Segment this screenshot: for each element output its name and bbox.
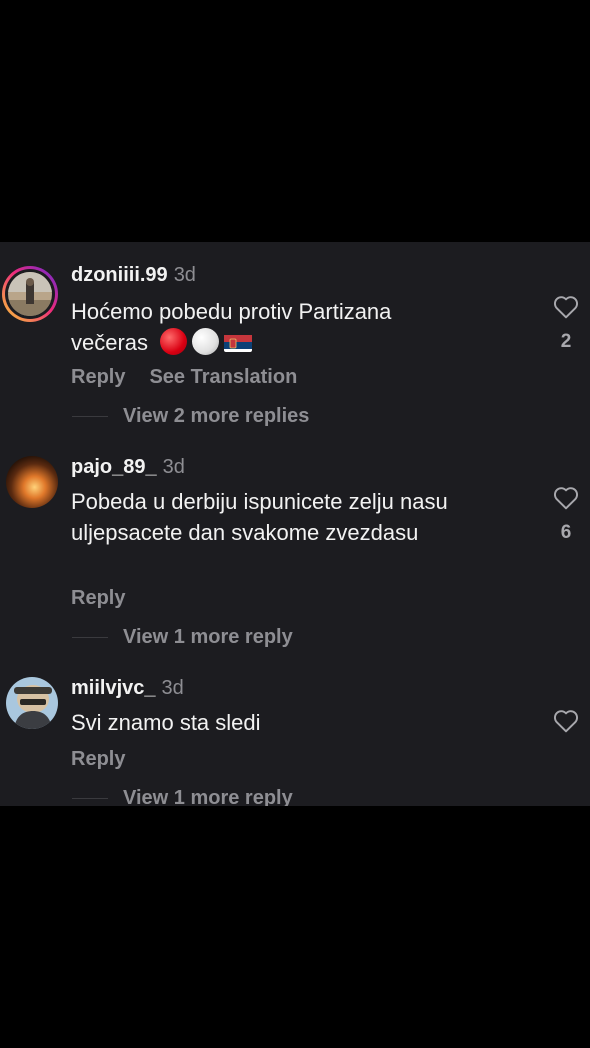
avatar[interactable] <box>6 456 58 508</box>
reply-button[interactable]: Reply <box>71 366 125 388</box>
comment-text: Svi znamo sta sledi <box>71 710 261 735</box>
heart-outline-icon[interactable] <box>553 709 579 733</box>
reply-button[interactable]: Reply <box>71 587 125 609</box>
like-count: 6 <box>560 522 572 543</box>
comment-header: miilvjvc_ 3d <box>71 677 184 700</box>
like-control <box>552 709 580 733</box>
like-control: 6 <box>552 486 580 544</box>
red-circle-emoji-icon <box>160 328 188 355</box>
replies-divider <box>72 416 108 418</box>
comment-time: 3d <box>162 456 185 478</box>
replies-divider <box>72 798 108 800</box>
username[interactable]: miilvjvc_ <box>71 677 156 699</box>
comment-text: Pobeda u derbiju ispunicete zelju nasu u… <box>71 489 448 545</box>
white-circle-emoji-icon <box>192 328 220 355</box>
replies-divider <box>72 637 108 639</box>
comment-actions: Reply <box>71 587 125 610</box>
like-control: 2 <box>552 295 580 353</box>
username[interactable]: pajo_89_ <box>71 456 157 478</box>
username[interactable]: dzoniiii.99 <box>71 264 168 286</box>
heart-outline-icon[interactable] <box>553 295 579 319</box>
comment-text-line: večeras <box>71 327 491 358</box>
comment-header: dzoniiii.99 3d <box>71 264 196 287</box>
comment-actions: Reply See Translation <box>71 366 297 389</box>
reply-button[interactable]: Reply <box>71 748 125 770</box>
serbia-flag-icon <box>224 332 253 352</box>
comment-time: 3d <box>161 677 184 699</box>
like-count: 2 <box>560 331 572 352</box>
view-replies-label: View 1 more reply <box>123 626 293 648</box>
comment-header: pajo_89_ 3d <box>71 456 185 479</box>
heart-outline-icon[interactable] <box>553 486 579 510</box>
avatar[interactable] <box>6 677 58 729</box>
view-replies-label: View 1 more reply <box>123 787 293 806</box>
see-translation-button[interactable]: See Translation <box>149 366 297 388</box>
comments-panel: dzoniiii.99 3d Hoćemo pobedu protiv Parti… <box>0 242 590 806</box>
avatar[interactable] <box>2 266 58 322</box>
comment-actions: Reply <box>71 748 125 771</box>
comment-text: Hoćemo pobedu protiv Partizana večeras <box>71 296 491 358</box>
comment-time: 3d <box>173 264 196 286</box>
comment-text-line: Hoćemo pobedu protiv Partizana <box>71 299 392 324</box>
view-replies-button[interactable]: View 1 more reply <box>72 626 293 649</box>
view-replies-label: View 2 more replies <box>123 405 310 427</box>
comment-text-fragment: večeras <box>71 330 149 355</box>
view-replies-button[interactable]: View 2 more replies <box>72 405 309 428</box>
view-replies-button[interactable]: View 1 more reply <box>72 787 293 806</box>
